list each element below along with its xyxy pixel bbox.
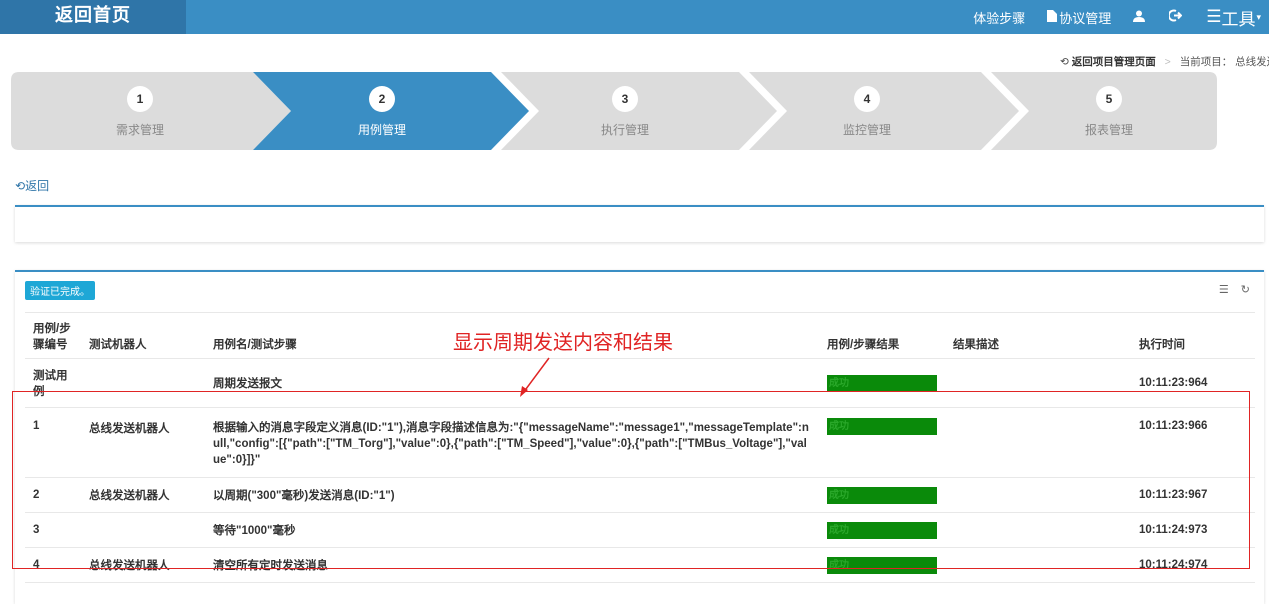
step-number: 2 <box>369 86 395 112</box>
step-number: 3 <box>612 86 638 112</box>
header-desc: 结果描述 <box>945 312 1131 359</box>
breadcrumb: ⟲ 返回项目管理页面 > 当前项目： 总线发送 <box>1060 54 1269 69</box>
step-label: 监控管理 <box>842 123 891 137</box>
step-wizard: 1 需求管理 2 用例管理 3 执行管理 4 监控管理 5 报表管理 <box>11 72 1217 150</box>
tools-label: 工具 <box>1221 9 1256 29</box>
top-nav: 返回首页 体验步骤 协议管理 ☰ 工具 ▾ <box>0 0 1269 34</box>
list-icon[interactable]: ☰ <box>1219 283 1229 296</box>
logout-icon <box>1168 9 1183 25</box>
menu-icon: ☰ <box>1206 7 1222 26</box>
user-icon <box>1133 10 1146 25</box>
back-to-projects-link[interactable]: 返回项目管理页面 <box>1072 56 1156 68</box>
breadcrumb-separator: > <box>1164 56 1171 68</box>
step-number: 5 <box>1096 86 1122 112</box>
back-icon: ⟲ <box>15 179 26 193</box>
refresh-icon[interactable]: ↻ <box>1241 283 1250 296</box>
step-label: 报表管理 <box>1084 123 1133 137</box>
nav-protocol-management[interactable]: 协议管理 <box>1047 8 1111 27</box>
file-icon <box>1047 9 1058 25</box>
step-label: 执行管理 <box>600 123 649 137</box>
step-label: 用例管理 <box>357 123 406 137</box>
back-link[interactable]: ⟲返回 <box>15 177 49 194</box>
tools-menu[interactable]: ☰ 工具 ▾ <box>1206 5 1261 30</box>
nav-experience-steps[interactable]: 体验步骤 <box>973 8 1025 27</box>
header-robot: 测试机器人 <box>81 312 205 359</box>
step-number: 4 <box>854 86 880 112</box>
caret-down-icon: ▾ <box>1256 11 1261 22</box>
header-result: 用例/步骤结果 <box>819 312 945 359</box>
result-status: 成功 <box>827 374 937 392</box>
nav-protocol-management-label: 协议管理 <box>1059 10 1112 26</box>
nav-logout[interactable] <box>1168 9 1184 25</box>
wizard-step-5[interactable]: 5 报表管理 <box>1049 86 1169 138</box>
back-icon: ⟲ <box>1060 56 1069 68</box>
filter-panel <box>15 205 1264 242</box>
step-label: 需求管理 <box>115 123 164 137</box>
panel-tools: ☰ ↻ <box>1219 283 1250 296</box>
back-link-label: 返回 <box>25 179 50 193</box>
home-button[interactable]: 返回首页 <box>0 0 186 34</box>
wizard-step-2[interactable]: 2 用例管理 <box>322 86 442 138</box>
annotation-box <box>12 391 1250 569</box>
nav-user[interactable] <box>1133 10 1147 25</box>
nav-right: 体验步骤 协议管理 ☰ 工具 ▾ <box>973 0 1269 34</box>
current-project-name: 总线发送 <box>1235 56 1269 68</box>
header-time: 执行时间 <box>1131 312 1255 359</box>
status-badge: 验证已完成。 <box>25 281 95 300</box>
current-project-label: 当前项目： <box>1179 56 1233 68</box>
header-id: 用例/步骤编号 <box>25 312 81 359</box>
annotation-text: 显示周期发送内容和结果 <box>453 330 673 354</box>
wizard-step-1[interactable]: 1 需求管理 <box>80 86 200 138</box>
step-number: 1 <box>127 86 153 112</box>
nav-experience-steps-label: 体验步骤 <box>973 10 1026 26</box>
wizard-step-4[interactable]: 4 监控管理 <box>807 86 927 138</box>
wizard-step-3[interactable]: 3 执行管理 <box>565 86 685 138</box>
